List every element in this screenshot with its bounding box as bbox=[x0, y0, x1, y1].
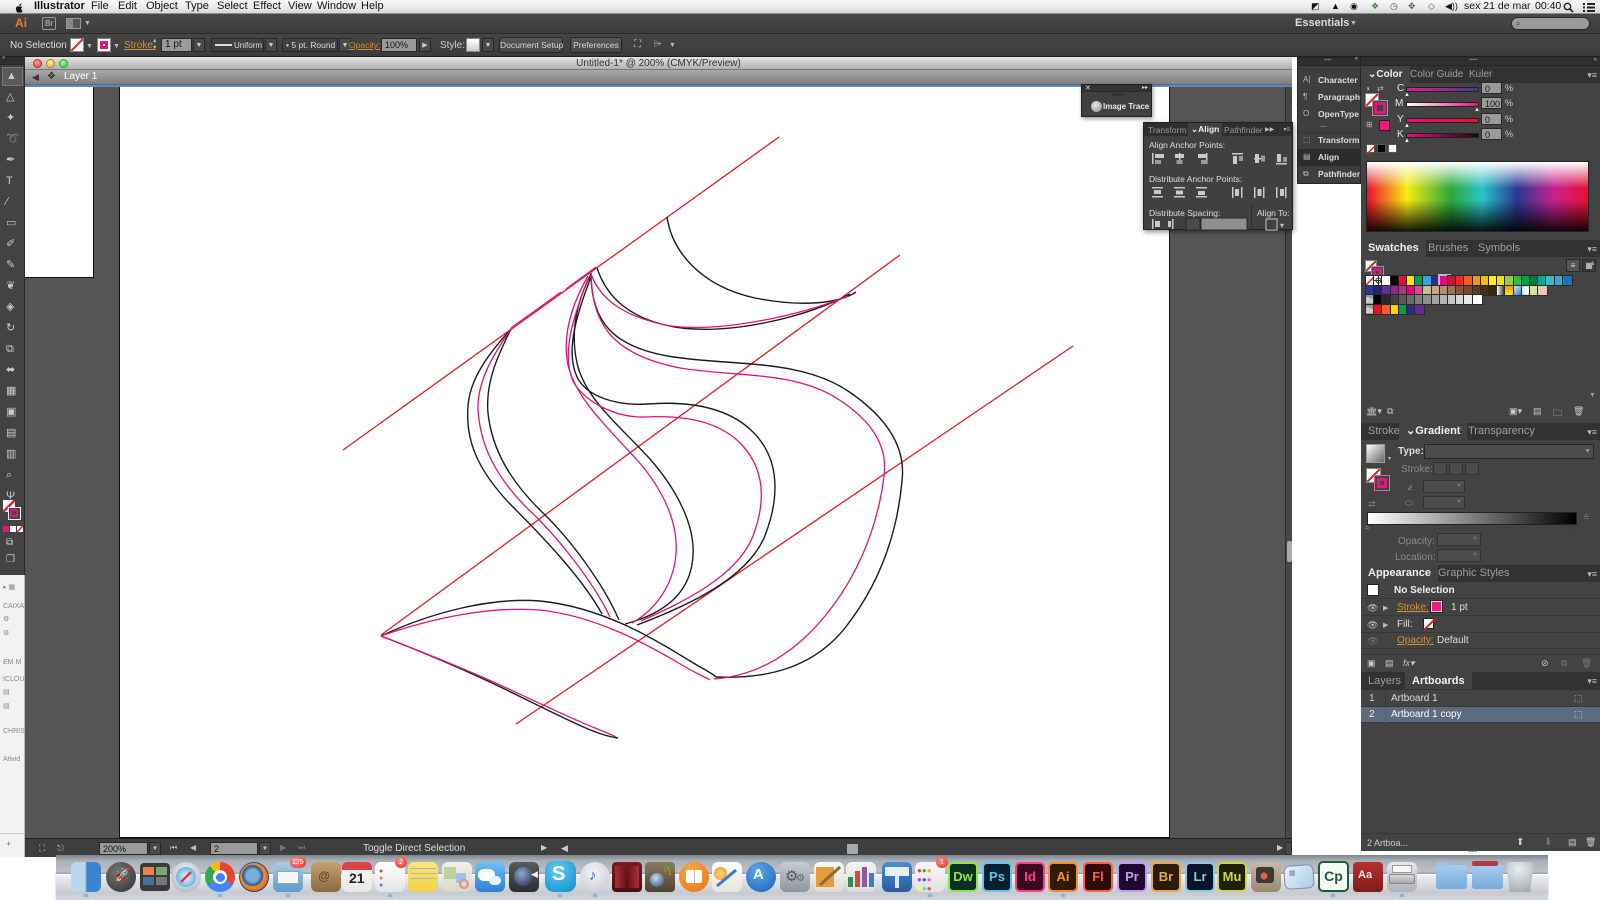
svg-text:Uniform: Uniform bbox=[234, 41, 262, 50]
svg-text:▾: ▾ bbox=[1280, 221, 1284, 230]
